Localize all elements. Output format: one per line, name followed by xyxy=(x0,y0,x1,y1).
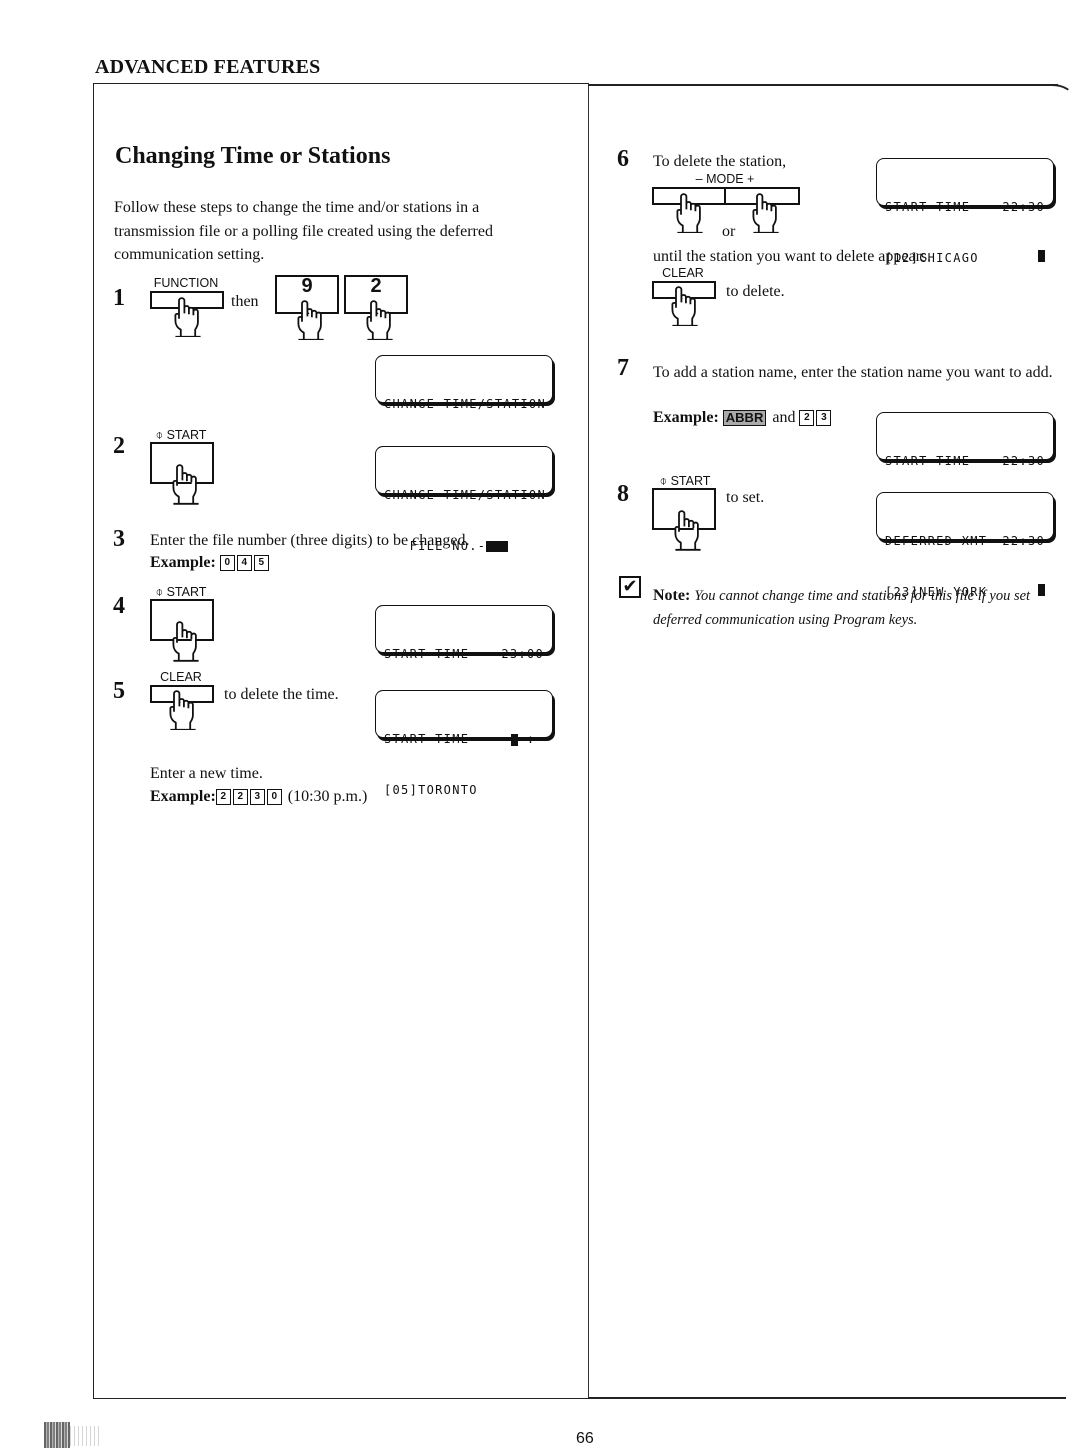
lcd-line-1-left: START TIME xyxy=(885,200,971,214)
step-6-text: To delete the station, xyxy=(653,153,787,170)
pointing-hand-icon xyxy=(168,620,204,662)
abbr-key: ABBR xyxy=(722,410,767,427)
example-key: 3 xyxy=(249,789,265,806)
step-3-text: Enter the file number (three digits) to … xyxy=(150,532,470,549)
pointing-hand-icon xyxy=(170,297,206,337)
key-9-label: 9 xyxy=(301,275,313,297)
file-number-cursor xyxy=(486,541,509,552)
example-key: 2 xyxy=(215,789,231,806)
lcd-cursor xyxy=(1038,250,1045,262)
step-5-example: Example: 2 2 3 0 (10:30 p.m.) xyxy=(150,786,367,808)
right-panel-bottom-rule xyxy=(588,1397,1066,1399)
lcd-display-step-2: CHANGE TIME/STATION FILE NO.- xyxy=(375,446,553,553)
lcd-line-1-right: 22:30 xyxy=(1002,454,1045,468)
clear-key-label: CLEAR xyxy=(160,670,202,684)
lcd-line-1-right: 22:30 xyxy=(1002,534,1045,548)
section-header: ADVANCED FEATURES xyxy=(95,56,321,78)
step-6-text-3: to delete. xyxy=(726,283,785,300)
function-key-label: FUNCTION xyxy=(153,276,219,290)
step-5-number: 5 xyxy=(113,678,125,704)
pointing-hand-icon xyxy=(293,300,329,340)
enter-new-time-text: Enter a new time. xyxy=(150,765,263,782)
step-8-text: to set. xyxy=(726,489,765,506)
example-key: 4 xyxy=(236,555,252,572)
step-6-number: 6 xyxy=(617,146,629,172)
page-number: 66 xyxy=(576,1430,594,1447)
step-7-text: To add a station name, enter the station… xyxy=(653,364,1053,381)
pointing-hand-icon xyxy=(670,509,706,551)
example-label: Example: xyxy=(653,409,719,426)
step-2-number: 2 xyxy=(113,433,125,459)
lcd-display-step-7: START TIME22:30 [23]NEW YORK xyxy=(876,412,1054,519)
start-key-label: ⌽ START xyxy=(155,428,207,442)
step-3-example: Example: 045 xyxy=(150,552,271,574)
or-text: or xyxy=(722,223,736,240)
lcd-line-1-left: START TIME xyxy=(885,454,971,468)
example-label: Example: xyxy=(150,554,216,571)
example-key: 3 xyxy=(816,410,832,427)
example-key: 2 xyxy=(232,789,248,806)
step-1-number: 1 xyxy=(113,285,125,311)
right-panel-top-rule xyxy=(588,84,1058,86)
lcd-line-1-left: START TIME xyxy=(384,732,470,746)
lcd-line-1-right: 22:30 xyxy=(1002,200,1045,214)
pointing-hand-icon xyxy=(672,193,708,233)
example-label: Example: xyxy=(150,788,216,805)
page-title: Changing Time or Stations xyxy=(115,143,391,169)
step-7-number: 7 xyxy=(617,355,629,381)
pointing-hand-icon xyxy=(168,463,204,505)
lcd-line-1: CHANGE TIME/STATION xyxy=(384,488,546,502)
lcd-display-step-4: START TIME23:00 [05]TORONTO xyxy=(375,605,553,712)
step-7-example: Example: ABBR and 23 xyxy=(653,407,833,429)
and-text: and xyxy=(772,409,796,426)
check-icon: ✔ xyxy=(619,576,641,598)
lcd-line-1-left: DEFERRED XMT xyxy=(885,534,988,548)
example-key: 2 xyxy=(799,410,815,427)
scan-artifact xyxy=(44,1422,70,1448)
note-label: Note: xyxy=(653,587,691,604)
pointing-hand-icon xyxy=(165,690,201,730)
then-text: then xyxy=(231,293,259,310)
mode-key-label: – MODE + xyxy=(695,172,755,186)
step-3-number: 3 xyxy=(113,526,125,552)
lcd-display-step-6: START TIME 22:30 [12]CHICAGO xyxy=(876,158,1054,265)
step-4-number: 4 xyxy=(113,593,125,619)
start-key-label: ⌽ START xyxy=(155,585,207,599)
lcd-line-1: CHANGE TIME/STATION xyxy=(384,397,546,411)
lcd-display-step-8: DEFERRED XMT 22:30 [23]NEW YORK xyxy=(876,492,1054,599)
intro-paragraph: Follow these steps to change the time an… xyxy=(114,199,493,263)
lcd-line-1-left: START TIME xyxy=(384,647,470,661)
note-text: You cannot change time and stations for … xyxy=(653,588,1031,628)
lcd-line-1-right: 23:00 xyxy=(501,647,544,661)
start-key-label: ⌽ START xyxy=(659,474,711,488)
pointing-hand-icon xyxy=(748,193,784,233)
lcd-display-step-1: CHANGE TIME/STATION xyxy=(375,355,553,411)
step-8-number: 8 xyxy=(617,481,629,507)
lcd-line-1-right: : xyxy=(518,732,536,746)
lcd-line-2: [12]CHICAGO xyxy=(885,251,979,265)
note: Note: You cannot change time and station… xyxy=(653,584,1058,632)
example-key: 0 xyxy=(266,789,282,806)
scan-artifact xyxy=(70,1426,100,1446)
key-2-label: 2 xyxy=(370,275,382,297)
clear-key-label: CLEAR xyxy=(662,266,704,280)
right-panel-corner xyxy=(1050,84,1074,100)
step-5-text: to delete the time. xyxy=(224,686,339,703)
pointing-hand-icon xyxy=(667,286,703,326)
pointing-hand-icon xyxy=(362,300,398,340)
lcd-display-step-5: START TIME : [05]TORONTO xyxy=(375,690,553,797)
lcd-line-2: [05]TORONTO xyxy=(384,783,478,797)
example-note: (10:30 p.m.) xyxy=(287,788,368,805)
example-key: 0 xyxy=(219,555,235,572)
example-key: 5 xyxy=(253,555,269,572)
